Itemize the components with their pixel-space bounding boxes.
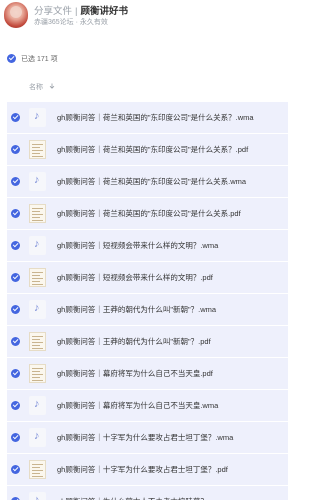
file-name[interactable]: gh顾衡问答｜十字军为什么要攻占君士坦丁堡？.pdf (57, 464, 228, 475)
share-info: 赤疆365论坛 · 永久有效 (34, 19, 108, 26)
file-name[interactable]: gh顾衡问答｜王莽的朝代为什么叫"新朝"？.pdf (57, 336, 211, 347)
pdf-file-icon (29, 204, 46, 223)
file-row[interactable]: gh顾衡问答｜王莽的朝代为什么叫"新朝"？.pdf (7, 326, 288, 357)
audio-file-icon: ♪ (29, 236, 46, 255)
file-row[interactable]: gh顾衡问答｜十字军为什么要攻占君士坦丁堡？.pdf (7, 454, 288, 485)
file-row[interactable]: gh顾衡问答｜荷兰和英国的"东印度公司"是什么关系？.pdf (7, 134, 288, 165)
file-row[interactable]: gh顾衡问答｜荷兰和英国的"东印度公司"是什么关系.pdf (7, 198, 288, 229)
file-name[interactable]: gh顾衡问答｜荷兰和英国的"东印度公司"是什么关系？.wma (57, 112, 254, 123)
file-name[interactable]: gh顾衡问答｜短视频会带来什么样的文明？.pdf (57, 272, 213, 283)
pdf-file-icon (29, 332, 46, 351)
file-name[interactable]: gh顾衡问答｜短视频会带来什么样的文明？.wma (57, 240, 218, 251)
file-checkbox[interactable] (11, 145, 20, 154)
file-name[interactable]: gh顾衡问答｜幕府将军为什么自己不当天皇.pdf (57, 368, 213, 379)
pdf-file-icon (29, 140, 46, 159)
column-name-header[interactable]: 名称 (29, 82, 43, 92)
file-name[interactable]: gh顾衡问答｜十字军为什么要攻占君士坦丁堡？.wma (57, 432, 233, 443)
pdf-file-icon (29, 268, 46, 287)
file-row[interactable]: gh顾衡问答｜幕府将军为什么自己不当天皇.pdf (7, 358, 288, 389)
header: 分享文件 | 顾衡讲好书 赤疆365论坛 · 永久有效 (0, 0, 288, 36)
file-row[interactable]: ♪ gh顾衡问答｜幕府将军为什么自己不当天皇.wma (7, 390, 288, 421)
page-title: 顾衡讲好书 (80, 6, 128, 17)
audio-file-icon: ♪ (29, 172, 46, 191)
file-name[interactable]: gh顾衡问答｜荷兰和英国的"东印度公司"是什么关系.wma (57, 176, 246, 187)
file-name[interactable]: gh顾衡问答｜荷兰和英国的"东印度公司"是什么关系.pdf (57, 208, 241, 219)
breadcrumb-parent[interactable]: 分享文件 (34, 6, 72, 17)
file-checkbox[interactable] (11, 305, 20, 314)
breadcrumb: 分享文件 | 顾衡讲好书 (34, 3, 128, 17)
file-checkbox[interactable] (11, 241, 20, 250)
audio-file-icon: ♪ (29, 492, 46, 500)
breadcrumb-separator: | (75, 6, 78, 17)
file-name[interactable]: gh顾衡问答｜为什么蒙古人不去考古挖陵墓？.wma (57, 496, 226, 500)
sort-down-icon[interactable] (49, 83, 55, 89)
share-avatar (4, 2, 28, 28)
file-checkbox[interactable] (11, 337, 20, 346)
file-checkbox[interactable] (11, 273, 20, 282)
file-checkbox[interactable] (11, 369, 20, 378)
file-row[interactable]: ♪ gh顾衡问答｜十字军为什么要攻占君士坦丁堡？.wma (7, 422, 288, 453)
file-row[interactable]: ♪ gh顾衡问答｜荷兰和英国的"东印度公司"是什么关系？.wma (7, 102, 288, 133)
file-checkbox[interactable] (11, 433, 20, 442)
file-checkbox[interactable] (11, 113, 20, 122)
file-checkbox[interactable] (11, 177, 20, 186)
file-row[interactable]: ♪ gh顾衡问答｜短视频会带来什么样的文明？.wma (7, 230, 288, 261)
file-name[interactable]: gh顾衡问答｜幕府将军为什么自己不当天皇.wma (57, 400, 218, 411)
file-row[interactable]: gh顾衡问答｜短视频会带来什么样的文明？.pdf (7, 262, 288, 293)
file-row[interactable]: ♪ gh顾衡问答｜为什么蒙古人不去考古挖陵墓？.wma (7, 486, 288, 500)
file-row[interactable]: ♪ gh顾衡问答｜荷兰和英国的"东印度公司"是什么关系.wma (7, 166, 288, 197)
file-checkbox[interactable] (11, 465, 20, 474)
file-row[interactable]: ♪ gh顾衡问答｜王莽的朝代为什么叫"新朝"？.wma (7, 294, 288, 325)
file-checkbox[interactable] (11, 401, 20, 410)
column-header: 名称 (0, 80, 288, 94)
audio-file-icon: ♪ (29, 396, 46, 415)
selection-count: 已选 171 项 (21, 56, 58, 63)
file-checkbox[interactable] (11, 209, 20, 218)
selection-bar: 已选 171 项 (0, 52, 288, 66)
audio-file-icon: ♪ (29, 300, 46, 319)
file-name[interactable]: gh顾衡问答｜王莽的朝代为什么叫"新朝"？.wma (57, 304, 216, 315)
audio-file-icon: ♪ (29, 428, 46, 447)
select-all-checkbox[interactable] (7, 54, 16, 63)
file-name[interactable]: gh顾衡问答｜荷兰和英国的"东印度公司"是什么关系？.pdf (57, 144, 248, 155)
audio-file-icon: ♪ (29, 108, 46, 127)
pdf-file-icon (29, 364, 46, 383)
pdf-file-icon (29, 460, 46, 479)
